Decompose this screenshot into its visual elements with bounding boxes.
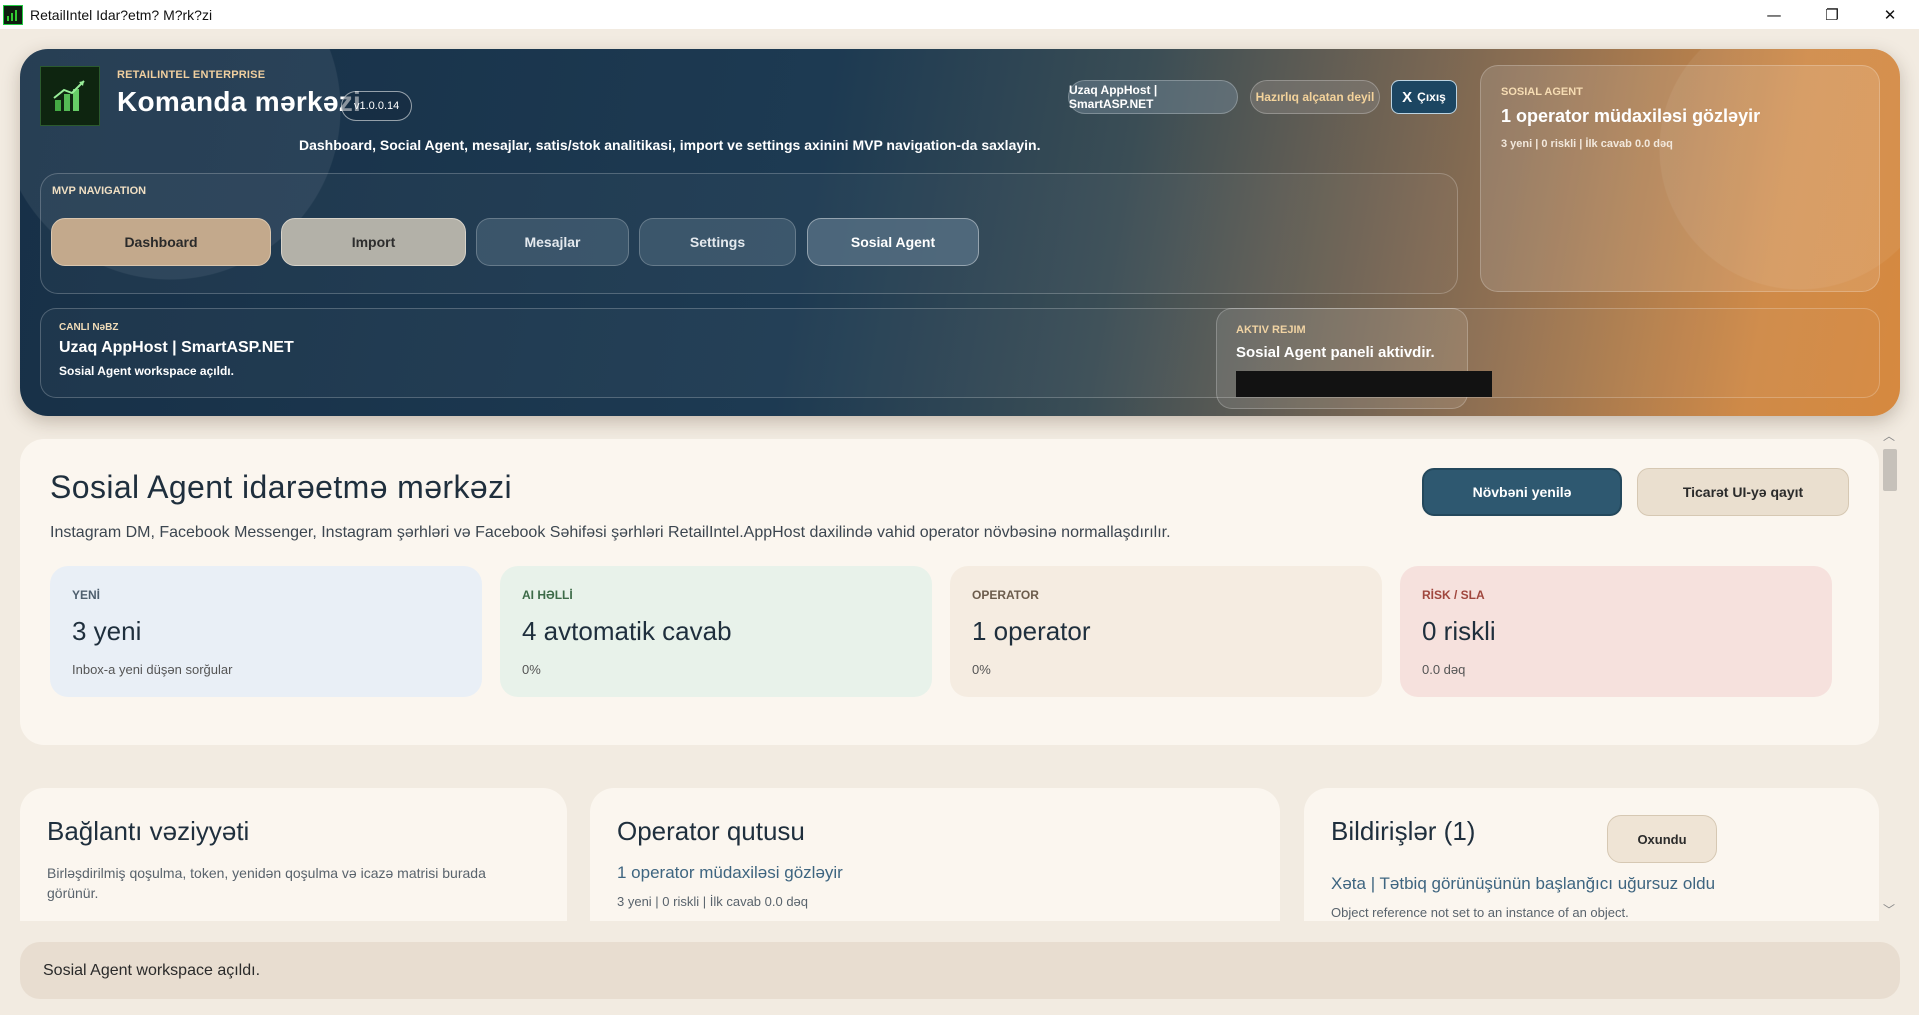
card-headline: 1 operator müdaxiləsi gözləyir	[617, 863, 843, 882]
scroll-up-icon[interactable]: ︿	[1883, 427, 1895, 444]
operator-inbox-card: Operator qutusu 1 operator müdaxiləsi gö…	[590, 788, 1280, 921]
card-title: Bağlantı vəziyyəti	[47, 816, 250, 846]
stat-value: 1 operator	[972, 616, 1091, 646]
stat-value: 0 riskli	[1422, 616, 1496, 646]
command-header: RETAILINTEL ENTERPRISE Komanda mərkəzi v…	[20, 49, 1900, 416]
exit-button[interactable]: X Çıxış	[1391, 80, 1457, 114]
notification-detail: Object reference not set to an instance …	[1331, 905, 1629, 920]
stat-card-ai: AI HƏLLİ 4 avtomatik cavab 0%	[500, 566, 932, 697]
agent-card-sub: 3 yeni | 0 riskli | İlk cavab 0.0 dəq	[1501, 138, 1673, 150]
status-text: Sosial Agent workspace açıldı.	[43, 961, 261, 979]
window-titlebar: RetailIntel Idar?etm? M?rk?zi — ❐ ✕	[0, 0, 1919, 29]
stat-label: YENİ	[72, 588, 101, 602]
stat-sub: 0%	[522, 662, 541, 677]
maximize-button[interactable]: ❐	[1803, 0, 1861, 29]
version-badge: v1.0.0.14	[341, 91, 413, 121]
stat-card-operator: OPERATOR 1 operator 0%	[950, 566, 1382, 697]
card-description: Birləşdirilmiş qoşulma, token, yenidən q…	[47, 865, 486, 901]
refresh-queue-button[interactable]: Növbəni yenilə	[1422, 468, 1622, 516]
readiness-status-pill[interactable]: Hazırlıq alçatan deyil	[1250, 80, 1380, 114]
brand-kicker: RETAILINTEL ENTERPRISE	[117, 69, 266, 81]
notification-headline[interactable]: Xəta | Tətbiq görünüşünün başlanğıcı uğu…	[1331, 874, 1715, 894]
card-title: Operator qutusu	[617, 816, 805, 846]
stat-value: 4 avtomatik cavab	[522, 616, 732, 646]
section-description: Instagram DM, Facebook Messenger, Instag…	[50, 524, 1171, 541]
scroll-down-icon[interactable]: ﹀	[1883, 901, 1895, 918]
exit-label: Çıxış	[1417, 90, 1446, 104]
pulse-kicker: CANLI NəBZ	[59, 322, 119, 333]
stat-label: RİSK / SLA	[1422, 588, 1485, 602]
close-icon: X	[1402, 88, 1413, 106]
nav-import-button[interactable]: Import	[281, 218, 466, 266]
notifications-card: Bildirişlər (1) Oxundu Xəta | Tətbiq gör…	[1304, 788, 1879, 921]
pulse-sub: Sosial Agent workspace açıldı.	[59, 364, 234, 378]
section-title: Sosial Agent idarəetmə mərkəzi	[50, 469, 512, 505]
vertical-scrollbar[interactable]: ︿ ﹀	[1880, 427, 1900, 921]
nav-dashboard-button[interactable]: Dashboard	[51, 218, 271, 266]
live-pulse-card: CANLI NəBZ Uzaq AppHost | SmartASP.NET S…	[40, 308, 1880, 398]
window-title: RetailIntel Idar?etm? M?rk?zi	[30, 6, 213, 23]
social-agent-summary-card: SOSIAL AGENT 1 operator müdaxiləsi gözlə…	[1480, 65, 1880, 292]
nav-settings-button[interactable]: Settings	[639, 218, 796, 266]
minimize-button[interactable]: —	[1745, 0, 1803, 29]
stat-label: AI HƏLLİ	[522, 588, 573, 602]
mark-read-button[interactable]: Oxundu	[1607, 815, 1717, 863]
close-button[interactable]: ✕	[1861, 0, 1919, 29]
agent-card-headline: 1 operator müdaxiləsi gözləyir	[1501, 106, 1761, 126]
header-description: Dashboard, Social Agent, mesajlar, satis…	[299, 137, 1041, 153]
stat-card-new: YENİ 3 yeni Inbox-a yeni düşən sorğular	[50, 566, 482, 697]
social-agent-panel: Sosial Agent idarəetmə mərkəzi Instagram…	[20, 439, 1879, 745]
scrollbar-thumb[interactable]	[1883, 449, 1897, 491]
nav-social-agent-button[interactable]: Sosial Agent	[807, 218, 979, 266]
back-to-commerce-button[interactable]: Ticarət UI-yə qayıt	[1637, 468, 1849, 516]
stat-card-risk: RİSK / SLA 0 riskli 0.0 dəq	[1400, 566, 1832, 697]
card-title: Bildirişlər (1)	[1331, 816, 1476, 846]
page-title: Komanda mərkəzi	[117, 86, 362, 117]
brand-logo-icon	[40, 66, 100, 126]
mvp-navigation: MVP NAVIGATION Dashboard Import Mesajlar…	[40, 173, 1492, 409]
stat-label: OPERATOR	[972, 588, 1039, 602]
pulse-value: Uzaq AppHost | SmartASP.NET	[59, 339, 294, 356]
stat-sub: 0.0 dəq	[1422, 662, 1466, 677]
app-icon	[3, 4, 23, 25]
stat-sub: Inbox-a yeni düşən sorğular	[72, 662, 233, 677]
nav-messages-button[interactable]: Mesajlar	[476, 218, 629, 266]
window-controls: — ❐ ✕	[1745, 0, 1919, 29]
nav-kicker: MVP NAVIGATION	[52, 185, 147, 197]
connection-status-card: Bağlantı vəziyyəti Birləşdirilmiş qoşulm…	[20, 788, 567, 921]
status-bar: Sosial Agent workspace açıldı.	[20, 942, 1900, 999]
stat-value: 3 yeni	[72, 616, 142, 646]
stat-sub: 0%	[972, 662, 991, 677]
agent-card-kicker: SOSIAL AGENT	[1501, 86, 1583, 98]
host-status-pill[interactable]: Uzaq AppHost | SmartASP.NET	[1068, 80, 1238, 114]
card-sub: 3 yeni | 0 riskli | İlk cavab 0.0 dəq	[617, 894, 809, 909]
